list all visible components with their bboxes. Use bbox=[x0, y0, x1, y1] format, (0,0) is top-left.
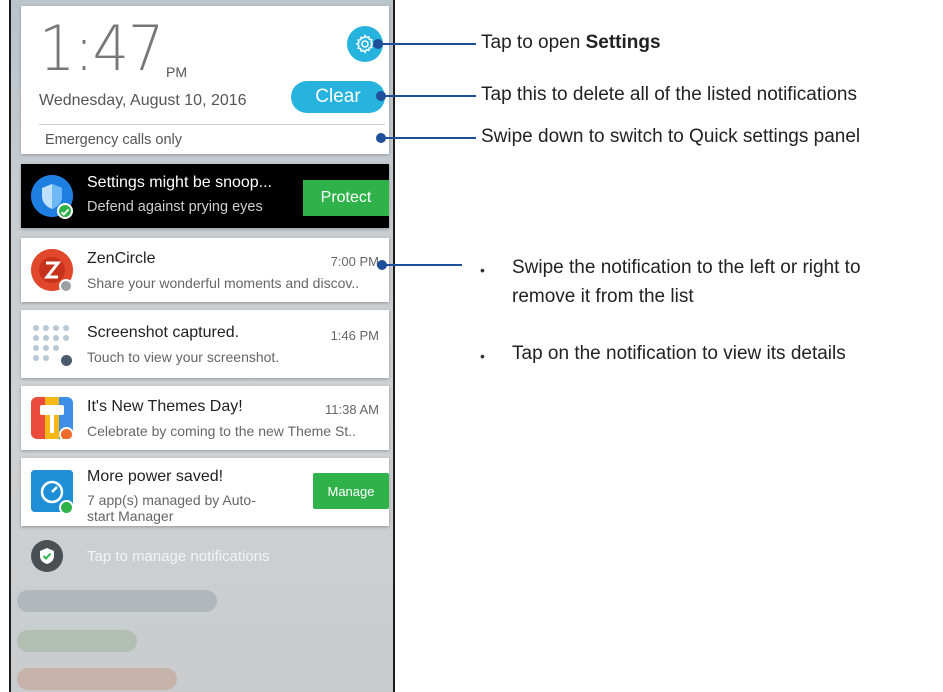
blurred-app-row bbox=[17, 630, 137, 652]
theme-badge-icon bbox=[59, 427, 73, 439]
blurred-app-row bbox=[17, 668, 177, 690]
autostart-app-icon bbox=[31, 470, 74, 515]
notification-text: Touch to view your screenshot. bbox=[87, 349, 280, 365]
notification-title: It's New Themes Day! bbox=[87, 398, 243, 415]
emergency-calls-label: Emergency calls only bbox=[45, 132, 182, 148]
notification-screenshot[interactable]: Screenshot captured. 1:46 PM Touch to vi… bbox=[21, 310, 389, 378]
notification-themes[interactable]: It's New Themes Day! 11:38 AM Celebrate … bbox=[21, 386, 389, 450]
clock: 1:47 bbox=[39, 12, 164, 85]
callout-swipe-line1: Swipe the notification to the left or ri… bbox=[512, 257, 861, 278]
notification-title: More power saved! bbox=[87, 468, 224, 485]
callout-line-notification bbox=[382, 264, 462, 266]
notification-title: ZenCircle bbox=[87, 250, 156, 267]
blurred-app-row bbox=[17, 590, 217, 612]
notification-title: Settings might be snoop... bbox=[87, 174, 272, 191]
callout-clear: Tap this to delete all of the listed not… bbox=[481, 84, 858, 105]
notification-title: Screenshot captured. bbox=[87, 324, 240, 341]
screenshot-app-icon bbox=[31, 323, 74, 368]
shield-app-icon bbox=[31, 175, 73, 219]
notification-text-line1: 7 app(s) managed by Auto- bbox=[87, 492, 256, 508]
divider bbox=[39, 124, 385, 125]
manage-notifications-row[interactable]: Tap to manage notifications bbox=[21, 538, 389, 578]
notification-text: Celebrate by coming to the new Theme St.… bbox=[87, 423, 356, 439]
notification-text: Share your wonderful moments and discov.… bbox=[87, 275, 360, 291]
status-header-card: 1:47 PM Wednesday, August 10, 2016 Clear… bbox=[21, 6, 389, 154]
callout-swipe-down: Swipe down to switch to Quick settings p… bbox=[481, 126, 861, 147]
callout-tap-details: Tap on the notification to view its deta… bbox=[512, 343, 846, 364]
manage-button[interactable]: Manage bbox=[313, 473, 389, 509]
callout-line-swipe-down bbox=[381, 137, 476, 139]
notification-time: 1:46 PM bbox=[330, 328, 379, 343]
notification-time: 11:38 AM bbox=[325, 402, 379, 417]
shield-check-icon bbox=[40, 548, 54, 564]
clear-button[interactable]: Clear bbox=[291, 81, 385, 113]
date-label: Wednesday, August 10, 2016 bbox=[39, 92, 247, 109]
stage: 1:47 PM Wednesday, August 10, 2016 Clear… bbox=[0, 0, 943, 692]
callout-settings: Tap to open Settings bbox=[481, 32, 661, 54]
check-badge-icon bbox=[59, 500, 74, 515]
check-icon bbox=[60, 208, 70, 216]
check-badge-icon bbox=[57, 203, 73, 219]
callout-swipe-line2: remove it from the list bbox=[512, 286, 694, 307]
phone-screen: 1:47 PM Wednesday, August 10, 2016 Clear… bbox=[9, 0, 395, 692]
notification-text: Defend against prying eyes bbox=[87, 199, 263, 215]
clock-ampm: PM bbox=[166, 64, 187, 80]
bullet: • bbox=[480, 348, 485, 364]
protect-button[interactable]: Protect bbox=[303, 180, 389, 216]
notification-manager-icon bbox=[31, 540, 63, 572]
manage-notifications-label: Tap to manage notifications bbox=[87, 548, 270, 565]
callout-settings-text: Tap to open bbox=[481, 32, 586, 53]
callout-line-clear bbox=[381, 95, 476, 97]
gallery-badge-icon bbox=[59, 353, 74, 368]
themes-app-icon bbox=[31, 397, 73, 439]
callout-settings-bold: Settings bbox=[585, 32, 661, 53]
callout-line-settings bbox=[378, 43, 476, 45]
bullet: • bbox=[480, 262, 485, 278]
notification-zencircle[interactable]: ZenCircle 7:00 PM Share your wonderful m… bbox=[21, 238, 389, 302]
notification-text-line2: start Manager bbox=[87, 508, 174, 524]
zencircle-app-icon bbox=[31, 249, 73, 293]
notification-security[interactable]: Settings might be snoop... Defend agains… bbox=[21, 164, 389, 228]
status-badge bbox=[59, 279, 73, 293]
notification-time: 7:00 PM bbox=[330, 254, 379, 269]
notification-power-saved[interactable]: More power saved! 7 app(s) managed by Au… bbox=[21, 458, 389, 526]
